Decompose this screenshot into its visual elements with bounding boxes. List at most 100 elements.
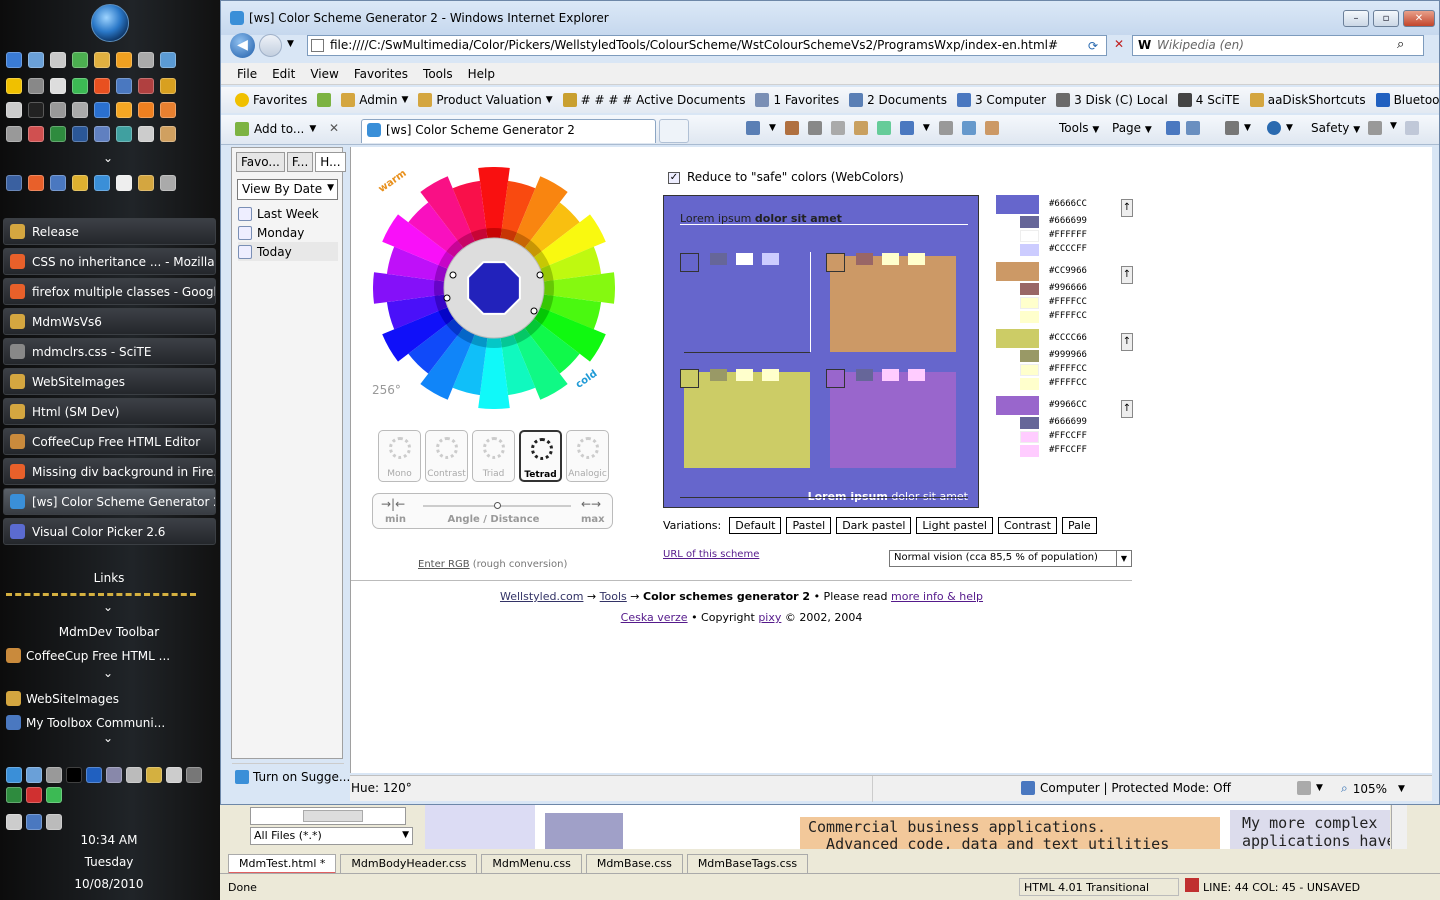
enter-rgb-link[interactable]: Enter RGB xyxy=(418,559,470,570)
variation-contrast-button[interactable]: Contrast xyxy=(997,517,1057,534)
wellstyled-link[interactable]: Wellstyled.com xyxy=(500,590,583,603)
hue-marker[interactable] xyxy=(449,271,457,279)
quicklaunch-icon[interactable] xyxy=(116,78,132,94)
chevron-down-icon[interactable]: ▼ xyxy=(769,123,776,133)
panel-tab[interactable]: Favo... xyxy=(236,152,285,172)
history-item[interactable]: Last Week xyxy=(238,204,338,223)
menu-edit[interactable]: Edit xyxy=(272,67,295,81)
quicklaunch-icon[interactable] xyxy=(6,175,22,191)
page-menu[interactable]: Page ▼ xyxy=(1112,121,1152,135)
dev-icon[interactable] xyxy=(984,121,999,135)
address-bar[interactable]: file:////C:/SwMultimedia/Color/Pickers/W… xyxy=(307,35,1107,56)
taskbar-button[interactable]: CoffeeCup Free HTML Editor xyxy=(3,428,216,455)
quicklaunch-icon[interactable] xyxy=(50,126,66,142)
tray-icon[interactable] xyxy=(46,787,62,803)
network-icon[interactable] xyxy=(26,814,42,830)
export-arrow-icon[interactable]: ↑ xyxy=(1121,266,1133,284)
variation-light-pastel-button[interactable]: Light pastel xyxy=(916,517,993,534)
mode-contrast-button[interactable]: Contrast xyxy=(425,430,468,482)
editor-tab[interactable]: MdmBodyHeader.css xyxy=(340,854,478,874)
tray-icon[interactable] xyxy=(66,767,82,783)
taskbar-button[interactable]: Visual Color Picker 2.6 xyxy=(3,518,216,545)
close-button[interactable]: ✕ xyxy=(1403,10,1435,27)
angle-distance-slider[interactable]: →|← min Angle / Distance ←→ max xyxy=(372,493,613,529)
tray-icon[interactable] xyxy=(6,767,22,783)
chevron-down-icon[interactable]: ⌄ xyxy=(103,600,113,614)
taskbar-button[interactable]: firefox multiple classes - Googl... xyxy=(3,278,216,305)
tray-icon[interactable] xyxy=(106,767,122,783)
quicklaunch-icon[interactable] xyxy=(94,126,110,142)
quicklaunch-icon[interactable] xyxy=(116,52,132,68)
favbar-item[interactable]: 3 Computer xyxy=(956,93,1046,107)
copy-icon[interactable] xyxy=(830,121,845,135)
taskbar-button[interactable]: MdmWsVs6 xyxy=(3,308,216,335)
quicklaunch-icon[interactable] xyxy=(94,78,110,94)
refresh-icon[interactable]: ⟳ xyxy=(1081,39,1105,53)
quicklaunch-icon[interactable] xyxy=(138,126,154,142)
quicklaunch-icon[interactable] xyxy=(28,78,44,94)
export-arrow-icon[interactable]: ↑ xyxy=(1121,333,1133,351)
quicklaunch-icon[interactable] xyxy=(138,78,154,94)
quicklaunch-icon[interactable] xyxy=(50,102,66,118)
maximize-button[interactable]: ▫ xyxy=(1373,10,1399,27)
menu-file[interactable]: File xyxy=(237,67,257,81)
suggested-sites-button[interactable]: Turn on Sugge... xyxy=(232,763,350,789)
toolbar-item[interactable]: CoffeeCup Free HTML ... xyxy=(6,648,170,663)
quicklaunch-icon[interactable] xyxy=(72,52,88,68)
quicklaunch-icon[interactable] xyxy=(50,175,66,191)
menu-tools[interactable]: Tools xyxy=(423,67,453,81)
favbar-item[interactable]: Product Valuation ▼ xyxy=(418,93,553,107)
history-dropdown-icon[interactable]: ▼ xyxy=(287,39,294,49)
czech-link[interactable]: Ceska verze xyxy=(621,611,688,624)
favorites-button[interactable]: Favorites xyxy=(235,93,307,107)
favbar-item[interactable]: # # # # Active Documents xyxy=(562,93,745,107)
quicklaunch-icon[interactable] xyxy=(160,126,176,142)
favbar-item[interactable]: aaDiskShortcuts xyxy=(1249,93,1366,107)
favbar-item[interactable]: 3 Disk (C) Local xyxy=(1056,93,1168,107)
hue-marker[interactable] xyxy=(536,271,544,279)
editor-tab[interactable]: MdmMenu.css xyxy=(481,854,582,874)
favbar-item[interactable]: Bluetooth device xyxy=(1375,93,1439,107)
hue-marker[interactable] xyxy=(530,307,538,315)
quicklaunch-icon[interactable] xyxy=(94,102,110,118)
star-icon[interactable] xyxy=(6,78,22,94)
quicklaunch-icon[interactable] xyxy=(116,102,132,118)
mail-icon[interactable] xyxy=(1404,121,1419,135)
taskbar-button[interactable]: [ws] Color Scheme Generator 2... xyxy=(3,488,216,515)
taskbar-button[interactable]: CSS no inheritance ... - Mozilla ... xyxy=(3,248,216,275)
favbar-item[interactable]: 2 Documents xyxy=(849,93,947,107)
tray-icon[interactable] xyxy=(26,767,42,783)
paste-icon[interactable] xyxy=(853,121,868,135)
history-item[interactable]: Monday xyxy=(238,223,338,242)
messenger-icon[interactable] xyxy=(1186,121,1200,135)
tray-icon[interactable] xyxy=(186,767,202,783)
quicklaunch-icon[interactable] xyxy=(138,52,154,68)
color-wheel[interactable] xyxy=(373,167,615,409)
help-link[interactable]: more info & help xyxy=(891,590,983,603)
export-arrow-icon[interactable]: ↑ xyxy=(1121,400,1133,418)
stop-icon[interactable]: ✕ xyxy=(1109,37,1129,51)
quicklaunch-icon[interactable] xyxy=(116,126,132,142)
favbar-item[interactable]: 4 SciTE xyxy=(1177,93,1240,107)
tray-icon[interactable] xyxy=(6,814,22,830)
editor-tab[interactable]: MdmBase.css xyxy=(585,854,683,874)
variation-pale-button[interactable]: Pale xyxy=(1061,517,1097,534)
quicklaunch-icon[interactable] xyxy=(72,78,88,94)
menu-view[interactable]: View xyxy=(310,67,338,81)
variation-dark-pastel-button[interactable]: Dark pastel xyxy=(836,517,912,534)
panel-tab[interactable]: H... xyxy=(315,152,346,172)
vision-select[interactable]: Normal vision (cca 85,5 % of population)… xyxy=(889,550,1132,567)
firefox-icon[interactable] xyxy=(28,175,44,191)
start-orb-icon[interactable] xyxy=(91,4,129,42)
editor-tab[interactable]: MdmBaseTags.css xyxy=(686,854,809,874)
variation-pastel-button[interactable]: Pastel xyxy=(786,517,832,534)
safety-menu[interactable]: Safety ▼ xyxy=(1311,121,1360,135)
history-item[interactable]: Today xyxy=(238,242,338,261)
url-of-scheme-link[interactable]: URL of this scheme xyxy=(663,549,759,560)
quicklaunch-icon[interactable] xyxy=(138,102,154,118)
feeds-icon[interactable] xyxy=(784,121,799,135)
safe-colors-checkbox[interactable]: ✓ xyxy=(668,172,680,184)
add-favorite-icon[interactable] xyxy=(317,93,332,107)
taskbar-button[interactable]: WebSiteImages xyxy=(3,368,216,395)
zoom-page-icon[interactable] xyxy=(876,121,891,135)
